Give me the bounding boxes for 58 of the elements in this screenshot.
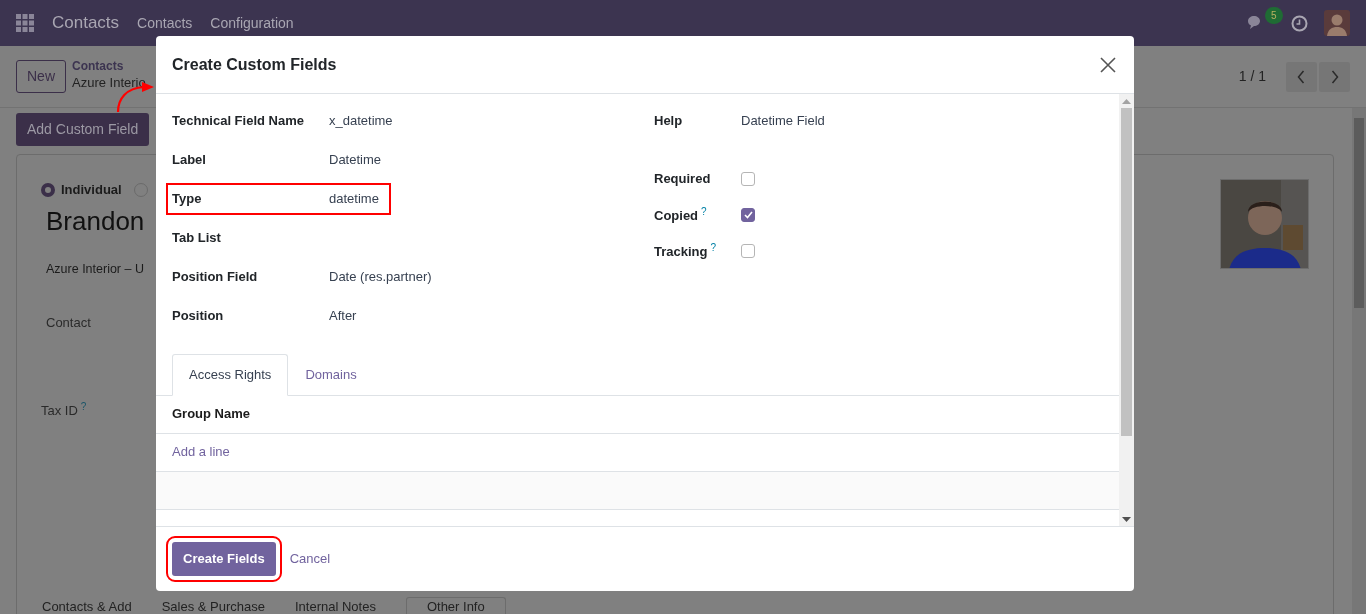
add-custom-field-button[interactable]: Add Custom Field (16, 113, 150, 146)
close-button[interactable] (1098, 54, 1118, 75)
notebook-tab[interactable]: Contacts & Add (42, 598, 132, 614)
field-label: Copied (654, 208, 699, 224)
contact-name: Brandon (46, 204, 146, 238)
field-label: Tracking (654, 244, 708, 260)
add-line-link[interactable]: Add a line (172, 442, 230, 462)
help-icon[interactable]: ? (701, 206, 707, 218)
checkbox[interactable] (741, 172, 755, 186)
field-value[interactable]: Datetime Field (741, 111, 825, 131)
scrollbar[interactable] (1352, 108, 1366, 614)
tab[interactable]: Access Rights (172, 354, 289, 396)
field-value[interactable]: Date (res.partner) (329, 267, 432, 287)
record-title: Azure Interio (72, 75, 146, 91)
menu-item[interactable]: Contacts (137, 12, 193, 34)
notebook-tab[interactable]: Other Info (405, 597, 506, 614)
message-count-badge: 5 (1265, 7, 1283, 24)
scroll-up-icon[interactable] (1122, 98, 1131, 104)
field-label: Contact (46, 314, 92, 333)
dialog-title: Create Custom Fields (172, 54, 337, 75)
field-label: Position Field (172, 268, 259, 286)
checkbox[interactable] (741, 208, 755, 222)
field-label: Tax ID $^{?}$ (41, 399, 88, 421)
field-label: Technical Field Name (172, 112, 305, 130)
breadcrumb-link[interactable]: Contacts (72, 60, 156, 74)
company-name: Azure Interior – U (46, 261, 144, 276)
menu-item[interactable]: Configuration (210, 12, 294, 34)
pager-counter: 1 / 1 (1238, 67, 1266, 86)
field-label: Type (172, 190, 203, 208)
checkbox[interactable] (741, 244, 755, 258)
tab[interactable]: Domains (288, 354, 374, 396)
field-label: Label (172, 151, 207, 169)
apps-menu-icon[interactable] (16, 14, 34, 32)
scroll-down-icon[interactable] (1122, 517, 1131, 523)
app-name[interactable]: Contacts (52, 10, 120, 36)
field-value[interactable]: x_datetime (329, 111, 393, 131)
column-header: Group Name (172, 405, 250, 424)
help-icon[interactable]: ? (710, 242, 717, 254)
cancel-button[interactable]: Cancel (289, 549, 331, 569)
previous-button[interactable] (1286, 61, 1317, 92)
scrollbar[interactable] (1119, 94, 1134, 526)
radio-button[interactable] (41, 182, 55, 197)
field-label: Position (172, 307, 225, 325)
chevron-right-icon (1330, 69, 1339, 84)
next-button[interactable] (1319, 61, 1350, 92)
field-value[interactable]: After (329, 306, 357, 326)
chevron-left-icon (1297, 69, 1306, 84)
field-value[interactable]: datetime (329, 189, 379, 209)
field-label: Required (654, 170, 712, 189)
notebook-tab[interactable]: Sales & Purchase (161, 598, 265, 614)
radio-label: Individual (61, 181, 122, 199)
field-value[interactable]: Datetime (329, 150, 382, 170)
user-avatar[interactable] (1324, 10, 1350, 36)
clock-icon[interactable] (1291, 14, 1308, 32)
notebook-tab[interactable]: Internal Notes (294, 598, 376, 614)
field-label: Tab List (172, 229, 222, 247)
new-button[interactable]: New (16, 60, 66, 93)
field-label: Help (654, 112, 684, 130)
